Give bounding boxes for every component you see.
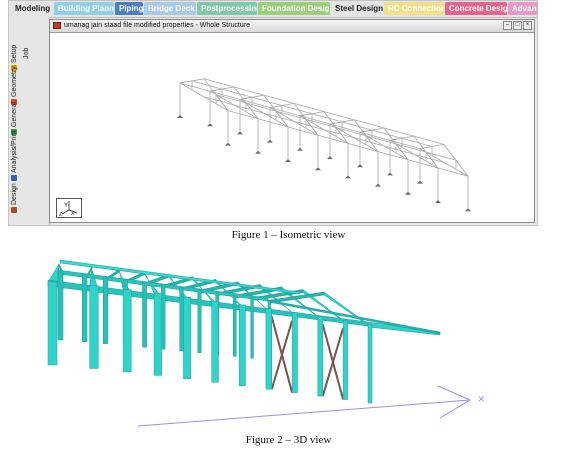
- front-column: [367, 323, 373, 404]
- frame-member: [407, 159, 439, 169]
- global-axis-triad: Y X Z: [56, 198, 82, 218]
- back-column: [197, 289, 202, 353]
- fixed-support-icon: [315, 167, 321, 171]
- structure-wireframe: [179, 78, 469, 209]
- back-column: [179, 287, 184, 352]
- restore-button[interactable]: □: [513, 21, 522, 30]
- axis-end-marker-icon: ×: [477, 394, 485, 405]
- back-column: [82, 274, 88, 343]
- side-tab-design[interactable]: Design: [11, 183, 18, 213]
- frame-member: [257, 118, 289, 128]
- frame-member: [347, 143, 379, 152]
- back-column: [233, 294, 237, 357]
- menu-tab-advanced-slab[interactable]: Advanced Slab: [508, 2, 537, 15]
- cross-bracing: [270, 316, 345, 400]
- menu-tab-steel-design[interactable]: Steel Design: [331, 2, 383, 15]
- frame-member: [269, 107, 319, 136]
- ground-axes: [137, 385, 471, 427]
- menu-tab-bridge-deck[interactable]: Bridge Deck: [144, 2, 196, 15]
- minimize-button[interactable]: –: [503, 21, 512, 30]
- side-tab-icon: [11, 207, 18, 213]
- menu-tab-modeling[interactable]: Modeling: [11, 2, 53, 15]
- fixed-support-icon: [375, 183, 381, 187]
- side-tab-label: Analysis/Print: [11, 130, 18, 173]
- fixed-support-icon: [357, 164, 363, 168]
- front-column: [342, 319, 348, 400]
- frame-member: [317, 134, 349, 144]
- side-tab-job-label: Job: [23, 47, 30, 59]
- frame-member: [287, 126, 319, 136]
- front-column: [183, 297, 191, 380]
- front-column: [89, 285, 99, 369]
- side-tab-label: Geometry: [11, 66, 18, 97]
- side-tab-job[interactable]: Job: [23, 48, 30, 59]
- menu-tab-concrete-design[interactable]: Concrete Design: [445, 2, 507, 15]
- rendered-3d-structure: ×: [47, 259, 485, 427]
- menu-tab-rc-connection[interactable]: RC Connection: [384, 2, 444, 15]
- menu-tab-postprocessing[interactable]: Postprocessing: [197, 2, 257, 15]
- isometric-structure-viewport[interactable]: [50, 33, 538, 226]
- fixed-support-icon: [297, 147, 303, 151]
- front-column: [153, 293, 162, 376]
- front-column: [291, 312, 298, 393]
- fixed-support-icon: [207, 123, 213, 127]
- side-tab-icon: [11, 175, 18, 181]
- menu-tab-piping[interactable]: Piping: [115, 2, 143, 15]
- back-column: [250, 297, 254, 359]
- view-window-titlebar: umanag jain staad file modified properti…: [50, 20, 534, 33]
- frame-member: [227, 110, 259, 120]
- front-column: [317, 316, 323, 397]
- side-tab-analysis-print[interactable]: Analysis/Print: [11, 131, 18, 181]
- close-button[interactable]: ×: [523, 21, 532, 30]
- front-column: [122, 289, 132, 373]
- frame-member: [437, 167, 469, 177]
- front-column: [211, 300, 219, 383]
- fixed-support-icon: [465, 208, 471, 212]
- fixed-support-icon: [345, 175, 351, 179]
- model-view-window: umanag jain staad file modified properti…: [49, 19, 535, 223]
- fixed-support-icon: [177, 115, 183, 118]
- staad-screenshot: ModelingBuilding PlannerPipingBridge Dec…: [8, 0, 538, 226]
- axis-triad-icon: Y X Z: [59, 201, 78, 218]
- frame-member: [179, 80, 193, 84]
- fixed-support-icon: [405, 191, 411, 195]
- svg-text:Y: Y: [64, 203, 68, 209]
- window-controls: – □ ×: [502, 21, 532, 30]
- menu-tab-building-planner[interactable]: Building Planner: [54, 2, 114, 15]
- frame-member: [419, 148, 469, 177]
- fixed-support-icon: [387, 172, 393, 176]
- side-tab-label: Design: [11, 183, 18, 205]
- front-column: [238, 304, 246, 386]
- fixed-support-icon: [327, 156, 333, 159]
- canopy-beam: [367, 321, 441, 336]
- fixed-support-icon: [435, 200, 441, 203]
- fixed-support-icon: [285, 159, 291, 162]
- left-page-control: Job Setup Geometry General Analysis/Print De…: [9, 17, 50, 225]
- front-column: [47, 281, 58, 366]
- front-column: [265, 308, 272, 390]
- side-tab-label: Setup: [11, 44, 18, 63]
- back-column: [142, 281, 147, 348]
- fixed-support-icon: [237, 131, 243, 135]
- side-tab-geometry[interactable]: Geometry: [11, 66, 18, 105]
- svg-text:Z: Z: [59, 212, 62, 217]
- view-window-title: umanag jain staad file modified properti…: [64, 22, 250, 29]
- menu-tab-bar: ModelingBuilding PlannerPipingBridge Dec…: [9, 1, 537, 18]
- figure-2-caption: Figure 2 – 3D view: [245, 434, 332, 446]
- fixed-support-icon: [225, 142, 231, 146]
- back-column: [57, 271, 64, 341]
- menu-tab-foundation-design[interactable]: Foundation Design: [258, 2, 330, 15]
- back-column: [103, 276, 109, 344]
- side-tab-label: General: [11, 102, 18, 127]
- window-app-icon: [53, 22, 61, 29]
- fixed-support-icon: [417, 180, 423, 184]
- fixed-support-icon: [255, 150, 261, 154]
- frame-member: [377, 151, 409, 161]
- fixed-support-icon: [267, 139, 273, 143]
